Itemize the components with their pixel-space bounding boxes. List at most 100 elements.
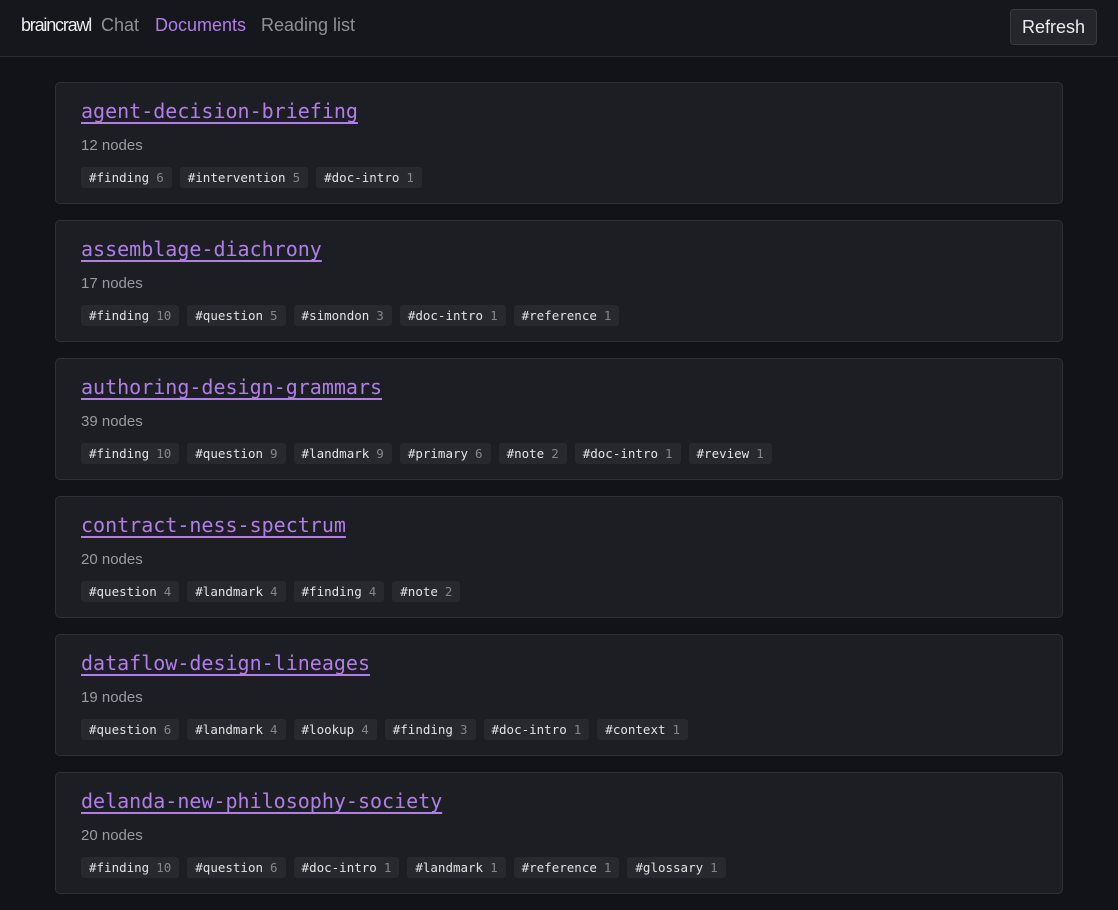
document-title-link[interactable]: contract-ness-spectrum bbox=[81, 513, 346, 537]
tag-name: #simondon bbox=[301, 308, 370, 323]
tag-list: #question 6 #landmark 4 #lookup 4 #finding 3 #do… bbox=[81, 719, 689, 740]
tag-chip[interactable]: #doc-intro 1 bbox=[483, 719, 590, 740]
tag-list: #finding 10 #question 5 #simondon 3 #doc-intro… bbox=[81, 305, 620, 326]
node-count: 12 nodes bbox=[81, 137, 143, 154]
tag-count: 4 bbox=[163, 584, 172, 599]
tag-chip[interactable]: #primary 6 bbox=[399, 443, 491, 464]
tag-name: #review bbox=[696, 446, 750, 461]
tag-count: 10 bbox=[156, 446, 172, 461]
tag-name: #doc-intro bbox=[407, 308, 484, 323]
tag-name: #finding bbox=[89, 308, 150, 323]
nav-chat[interactable]: Chat bbox=[101, 15, 139, 36]
tag-name: #finding bbox=[301, 584, 362, 599]
tag-name: #doc-intro bbox=[324, 170, 400, 185]
tag-name: #question bbox=[89, 722, 157, 737]
top-nav-bar: braincrawl Chat Documents Reading list R… bbox=[0, 0, 1118, 57]
tag-count: 6 bbox=[163, 722, 172, 737]
tag-chip[interactable]: #reference 1 bbox=[513, 857, 620, 878]
tag-name: #note bbox=[400, 584, 438, 599]
tag-chip[interactable]: #reference 1 bbox=[513, 305, 620, 326]
node-count: 17 nodes bbox=[81, 275, 143, 292]
tag-chip[interactable]: #review 1 bbox=[688, 443, 772, 464]
document-card: dataflow-design-lineages 19 nodes #questio… bbox=[55, 634, 1063, 756]
tag-name: #landmark bbox=[195, 584, 263, 599]
tag-name: #question bbox=[195, 446, 264, 461]
tag-chip[interactable]: #finding 10 bbox=[81, 305, 180, 326]
document-title-link[interactable]: agent-decision-briefing bbox=[81, 99, 358, 123]
tag-count: 5 bbox=[292, 170, 301, 185]
tag-name: #doc-intro bbox=[491, 722, 567, 737]
tag-chip[interactable]: #landmark 1 bbox=[407, 857, 506, 878]
tag-count: 3 bbox=[376, 308, 384, 323]
tag-count: 2 bbox=[444, 584, 453, 599]
tag-count: 1 bbox=[603, 860, 612, 875]
tag-chip[interactable]: #finding 4 bbox=[293, 581, 385, 602]
tag-list: #question 4 #landmark 4 #finding 4 #note 2 bbox=[81, 581, 461, 602]
tag-name: #doc-intro bbox=[582, 446, 658, 461]
tag-count: 9 bbox=[270, 446, 278, 461]
tag-chip[interactable]: #question 6 bbox=[187, 857, 286, 878]
tag-chip[interactable]: #landmark 9 bbox=[293, 443, 392, 464]
tag-chip[interactable]: #finding 3 bbox=[384, 719, 476, 740]
tag-chip[interactable]: #note 2 bbox=[498, 443, 567, 464]
tag-chip[interactable]: #doc-intro 1 bbox=[316, 167, 422, 188]
tag-list: #finding 6 #intervention 5 #doc-intro 1 bbox=[81, 167, 422, 188]
tag-chip[interactable]: #doc-intro 1 bbox=[574, 443, 681, 464]
document-card: contract-ness-spectrum 20 nodes #question 4… bbox=[55, 496, 1063, 618]
document-card: delanda-new-philosophy-society 20 nodes #f… bbox=[55, 772, 1063, 894]
tag-name: #landmark bbox=[301, 446, 370, 461]
tag-count: 4 bbox=[270, 584, 278, 599]
tag-list: #finding 10 #question 9 #landmark 9 #primary 6 #… bbox=[81, 443, 772, 464]
tag-chip[interactable]: #doc-intro 1 bbox=[293, 857, 400, 878]
tag-name: #question bbox=[89, 584, 157, 599]
tag-name: #primary bbox=[407, 446, 469, 461]
document-title-link[interactable]: authoring-design-grammars bbox=[81, 375, 382, 399]
refresh-button[interactable]: Refresh bbox=[1010, 9, 1097, 45]
tag-name: #question bbox=[195, 308, 264, 323]
tag-chip[interactable]: #glossary 1 bbox=[627, 857, 726, 878]
tag-name: #note bbox=[506, 446, 545, 461]
tag-chip[interactable]: #lookup 4 bbox=[293, 719, 377, 740]
tag-count: 9 bbox=[376, 446, 384, 461]
tag-count: 10 bbox=[156, 308, 172, 323]
nav-reading-list[interactable]: Reading list bbox=[261, 15, 355, 36]
tag-chip[interactable]: #simondon 3 bbox=[293, 305, 392, 326]
tag-name: #doc-intro bbox=[301, 860, 377, 875]
tag-count: 1 bbox=[406, 170, 414, 185]
tag-name: #finding bbox=[89, 446, 150, 461]
node-count: 20 nodes bbox=[81, 551, 143, 568]
tag-count: 6 bbox=[475, 446, 483, 461]
tag-chip[interactable]: #finding 10 bbox=[81, 857, 180, 878]
tag-count: 1 bbox=[603, 308, 612, 323]
node-count: 19 nodes bbox=[81, 689, 143, 706]
tag-name: #reference bbox=[521, 308, 597, 323]
tag-chip[interactable]: #landmark 4 bbox=[187, 581, 286, 602]
tag-chip[interactable]: #intervention 5 bbox=[179, 167, 309, 188]
tag-chip[interactable]: #question 9 bbox=[187, 443, 286, 464]
tag-chip[interactable]: #landmark 4 bbox=[187, 719, 286, 740]
tag-chip[interactable]: #question 4 bbox=[81, 581, 180, 602]
tag-chip[interactable]: #finding 6 bbox=[81, 167, 172, 188]
tag-name: #finding bbox=[392, 722, 453, 737]
tag-chip[interactable]: #doc-intro 1 bbox=[399, 305, 506, 326]
tag-chip[interactable]: #note 2 bbox=[392, 581, 461, 602]
document-title-link[interactable]: delanda-new-philosophy-society bbox=[81, 789, 442, 813]
brand-logo[interactable]: braincrawl bbox=[21, 15, 92, 36]
document-list: agent-decision-briefing 12 nodes #finding 6… bbox=[55, 82, 1063, 910]
tag-chip[interactable]: #question 5 bbox=[187, 305, 286, 326]
tag-name: #reference bbox=[521, 860, 597, 875]
tag-name: #finding bbox=[89, 170, 150, 185]
tag-chip[interactable]: #question 6 bbox=[81, 719, 180, 740]
tag-name: #landmark bbox=[415, 860, 484, 875]
tag-count: 1 bbox=[383, 860, 392, 875]
tag-name: #lookup bbox=[301, 722, 355, 737]
document-title-link[interactable]: dataflow-design-lineages bbox=[81, 651, 370, 675]
document-card: authoring-design-grammars 39 nodes #findin… bbox=[55, 358, 1063, 480]
document-title-link[interactable]: assemblage-diachrony bbox=[81, 237, 322, 261]
tag-count: 3 bbox=[459, 722, 468, 737]
tag-chip[interactable]: #finding 10 bbox=[81, 443, 180, 464]
tag-count: 5 bbox=[270, 308, 278, 323]
nav-documents[interactable]: Documents bbox=[155, 15, 246, 36]
tag-count: 4 bbox=[368, 584, 377, 599]
tag-chip[interactable]: #context 1 bbox=[597, 719, 689, 740]
